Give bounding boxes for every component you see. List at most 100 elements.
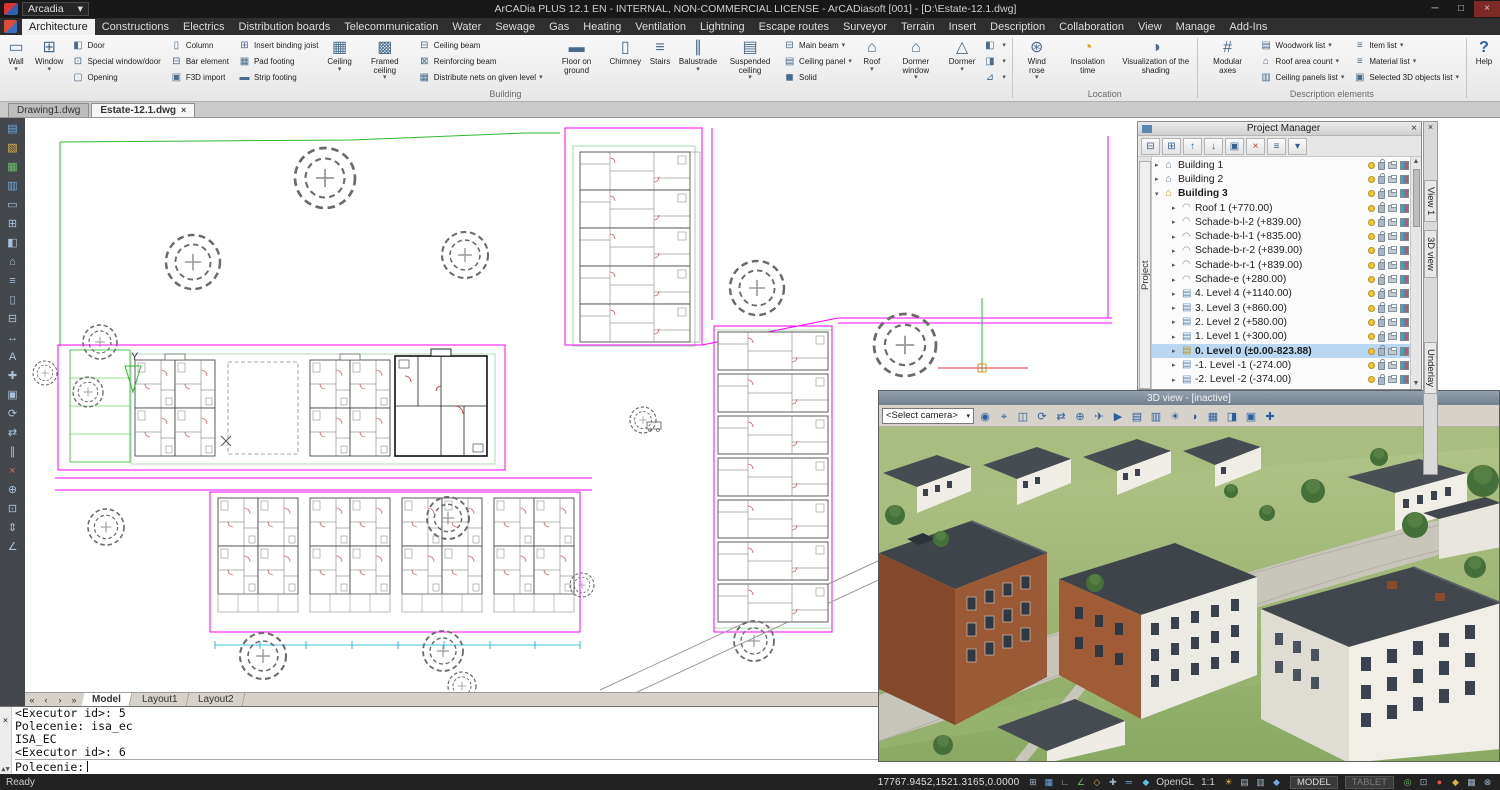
document-tab[interactable]: Drawing1.dwg: [8, 103, 89, 117]
suspended-ceiling-button[interactable]: ▤ Suspended ceiling: [721, 36, 779, 88]
close-status-icon[interactable]: ⊗: [1481, 777, 1494, 788]
layer-colors-icon[interactable]: [1400, 246, 1409, 255]
model-space-button[interactable]: MODEL: [1290, 776, 1338, 789]
clean-screen-icon[interactable]: ⊡: [1417, 777, 1430, 788]
door-button[interactable]: ◧ Door: [67, 37, 165, 53]
modular-axes-button[interactable]: # Modular axes: [1200, 36, 1256, 88]
print-icon[interactable]: [1388, 319, 1397, 326]
tab-model[interactable]: Model: [82, 693, 133, 706]
visibility-bulb-icon[interactable]: [1368, 290, 1375, 297]
fly-mode-icon[interactable]: ✈: [1090, 407, 1108, 425]
lock-icon[interactable]: [1378, 234, 1385, 242]
lock-icon[interactable]: [1378, 262, 1385, 270]
beam-tool-icon[interactable]: ⊟: [3, 310, 22, 328]
ceiling-panels-list-button[interactable]: ▥ Ceiling panels list: [1256, 69, 1350, 85]
render-settings-icon[interactable]: ✚: [1261, 407, 1279, 425]
lock-icon[interactable]: [1378, 377, 1385, 385]
expander-icon[interactable]: [1172, 304, 1182, 312]
expander-icon[interactable]: [1172, 376, 1182, 384]
ribbon-tab[interactable]: Electrics: [176, 19, 232, 35]
add-building-icon[interactable]: ⊞: [1162, 138, 1181, 155]
expander-icon[interactable]: [1172, 347, 1182, 355]
visibility-bulb-icon[interactable]: [1368, 162, 1375, 169]
measure-tool-icon[interactable]: ∠: [3, 538, 22, 556]
last-layout-icon[interactable]: [67, 695, 81, 705]
lock-icon[interactable]: [1378, 277, 1385, 285]
roof-button[interactable]: ⌂ Roof: [857, 36, 887, 88]
pin-panel-icon[interactable]: ⊟: [1141, 138, 1160, 155]
scale-indicator[interactable]: 1:1: [1201, 777, 1215, 788]
lock-icon[interactable]: [1378, 319, 1385, 327]
ortho-icon[interactable]: ∟: [1058, 777, 1071, 788]
ceiling-tool-mini-button[interactable]: ◨: [979, 53, 1010, 69]
copy-tool-icon[interactable]: ▣: [3, 386, 22, 404]
print-icon[interactable]: [1388, 162, 1397, 169]
ribbon-tab[interactable]: Distribution boards: [232, 19, 338, 35]
erase-tool-icon[interactable]: ×: [3, 462, 22, 480]
zoom-extents-icon[interactable]: ⊡: [3, 500, 22, 518]
wind-rose-button[interactable]: ⊛ Wind rose: [1015, 36, 1059, 88]
print-icon[interactable]: [1388, 333, 1397, 340]
ribbon-tab[interactable]: Manage: [1169, 19, 1223, 35]
new-drawing-icon[interactable]: ▤: [3, 120, 22, 138]
save-drawing-icon[interactable]: ▦: [3, 158, 22, 176]
element-properties-icon[interactable]: ≡: [1267, 138, 1286, 155]
otrack-icon[interactable]: ✚: [1106, 777, 1119, 788]
camera-select[interactable]: <Select camera>: [882, 408, 974, 424]
print-icon[interactable]: [1388, 362, 1397, 369]
lock-icon[interactable]: [1378, 205, 1385, 213]
sun-icon[interactable]: ☀: [1166, 407, 1184, 425]
orbit-icon[interactable]: ⟳: [1033, 407, 1051, 425]
record-camera-icon[interactable]: ◉: [976, 407, 994, 425]
arcadia-logo-icon[interactable]: [4, 20, 17, 33]
close-tab-icon[interactable]: [181, 105, 186, 116]
main-beam-button[interactable]: ⊟ Main beam: [779, 37, 857, 53]
ribbon-tab[interactable]: Architecture: [22, 19, 95, 35]
layer-colors-icon[interactable]: [1400, 361, 1409, 370]
layer-colors-icon[interactable]: [1400, 318, 1409, 327]
print-view-icon[interactable]: ▥: [1147, 407, 1165, 425]
minimize-button[interactable]: [1422, 1, 1448, 17]
expander-icon[interactable]: [1155, 190, 1165, 198]
layer-colors-icon[interactable]: [1400, 275, 1409, 284]
scroll-down-icon[interactable]: ▼: [1413, 379, 1420, 389]
opengl-label[interactable]: OpenGL: [1156, 777, 1194, 788]
tree-row[interactable]: Schade-b-l-1 (+835.00): [1152, 229, 1421, 243]
grid-display-icon[interactable]: ▦: [1465, 777, 1478, 788]
insolation-time-button[interactable]: ◔ Insolation time: [1059, 36, 1117, 88]
solid-button[interactable]: ◼ Solid: [779, 69, 857, 85]
expander-icon[interactable]: [1172, 204, 1182, 212]
visibility-bulb-icon[interactable]: [1368, 276, 1375, 283]
sun-icon[interactable]: ☀: [1222, 777, 1235, 788]
lock-icon[interactable]: [1378, 348, 1385, 356]
selected-building[interactable]: [395, 349, 487, 456]
print-icon[interactable]: [1388, 290, 1397, 297]
tree-row[interactable]: -2. Level -2 (-374.00): [1152, 372, 1421, 386]
lock-icon[interactable]: ◆: [1270, 777, 1283, 788]
terrain-tool-mini-button[interactable]: ⊿: [979, 69, 1010, 85]
tree-row[interactable]: Schade-b-r-1 (+839.00): [1152, 258, 1421, 272]
chimney-button[interactable]: ▯ Chimney: [606, 36, 645, 88]
dimension-tool-icon[interactable]: ↔: [3, 329, 22, 347]
pan-tool-icon[interactable]: ⇕: [3, 519, 22, 537]
pan-3d-icon[interactable]: ⇄: [1052, 407, 1070, 425]
offset-tool-icon[interactable]: ∥: [3, 443, 22, 461]
selected-3d-objects-list-button[interactable]: ▣ Selected 3D objects list: [1349, 69, 1464, 85]
tree-row[interactable]: Building 3: [1152, 187, 1421, 201]
visibility-bulb-icon[interactable]: [1368, 376, 1375, 383]
visibility-bulb-icon[interactable]: [1368, 233, 1375, 240]
save-image-icon[interactable]: ▤: [1128, 407, 1146, 425]
expander-icon[interactable]: [1155, 175, 1165, 183]
ribbon-tab[interactable]: Water: [445, 19, 488, 35]
tree-row[interactable]: Building 2: [1152, 172, 1421, 186]
balustrade-button[interactable]: ∥ Balustrade: [675, 36, 721, 88]
print-icon[interactable]: ▥: [3, 177, 22, 195]
scrollbar-thumb[interactable]: [1413, 169, 1420, 227]
print-icon[interactable]: [1388, 176, 1397, 183]
strip-footing-button[interactable]: ▬ Strip footing: [234, 69, 323, 85]
ribbon-tab[interactable]: Escape routes: [752, 19, 836, 35]
close-command-icon[interactable]: [3, 708, 8, 727]
expander-icon[interactable]: [1172, 276, 1182, 284]
distribute-nets-button[interactable]: ▦ Distribute nets on given level: [414, 69, 548, 85]
visibility-bulb-icon[interactable]: [1368, 333, 1375, 340]
